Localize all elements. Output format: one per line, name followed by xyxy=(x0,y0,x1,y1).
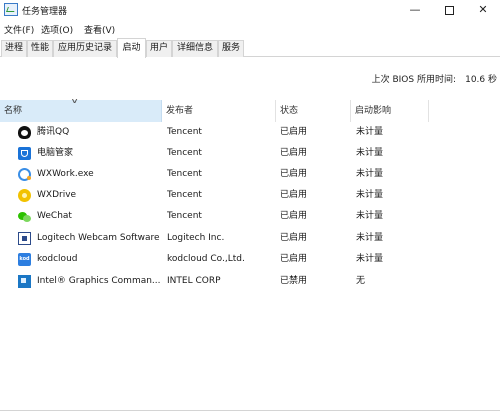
tab-startup[interactable]: 启动 xyxy=(117,38,146,58)
wechat-icon xyxy=(18,210,31,223)
row-name: kodcloud xyxy=(37,254,78,264)
tab-bar: 进程 性能 应用历史记录 启动 用户 详细信息 服务 xyxy=(0,37,500,58)
row-impact: 未计量 xyxy=(356,148,384,158)
tab-app-history[interactable]: 应用历史记录 xyxy=(53,40,117,57)
row-impact: 未计量 xyxy=(356,190,384,200)
table-row[interactable]: Logitech Webcam Software Logitech Inc. 已… xyxy=(0,228,500,249)
row-name: Logitech Webcam Software xyxy=(37,233,160,243)
row-publisher: INTEL CORP xyxy=(167,276,221,286)
row-status: 已启用 xyxy=(280,169,308,179)
table-row[interactable]: WeChat Tencent 已启用 未计量 xyxy=(0,206,500,227)
column-header-impact[interactable]: 启动影响 xyxy=(351,100,429,122)
bios-time-value: 10.6 秒 xyxy=(465,75,497,85)
row-impact: 未计量 xyxy=(356,254,384,264)
table-row[interactable]: WXDrive Tencent 已启用 未计量 xyxy=(0,185,500,206)
tab-processes[interactable]: 进程 xyxy=(1,40,27,57)
row-status: 已启用 xyxy=(280,148,308,158)
menu-options[interactable]: 选项(O) xyxy=(41,23,73,36)
menu-view[interactable]: 查看(V) xyxy=(84,23,115,36)
table-row[interactable]: Intel® Graphics Comman... INTEL CORP 已禁用… xyxy=(0,271,500,292)
bios-time-label: 上次 BIOS 所用时间: xyxy=(371,75,456,85)
row-publisher: Tencent xyxy=(167,169,202,179)
menu-file[interactable]: 文件(F) xyxy=(4,23,34,36)
minimize-button[interactable]: — xyxy=(398,0,432,20)
tab-services[interactable]: 服务 xyxy=(218,40,244,57)
row-status: 已启用 xyxy=(280,233,308,243)
table-row[interactable]: 电脑管家 Tencent 已启用 未计量 xyxy=(0,143,500,164)
row-publisher: Logitech Inc. xyxy=(167,233,225,243)
close-button[interactable]: ✕ xyxy=(466,0,500,20)
status-bar xyxy=(0,410,500,418)
row-publisher: Tencent xyxy=(167,127,202,137)
window-title: 任务管理器 xyxy=(22,7,68,17)
row-impact: 未计量 xyxy=(356,211,384,221)
row-status: 已启用 xyxy=(280,127,308,137)
row-status: 已禁用 xyxy=(280,276,308,286)
row-publisher: Tencent xyxy=(167,211,202,221)
logitech-icon xyxy=(18,232,31,245)
tab-users[interactable]: 用户 xyxy=(146,40,172,57)
row-publisher: kodcloud Co.,Ltd. xyxy=(167,254,245,264)
intel-graphics-icon xyxy=(18,275,31,288)
task-manager-icon xyxy=(4,3,18,16)
wxdrive-icon xyxy=(18,189,31,202)
table-row[interactable]: 腾讯QQ Tencent 已启用 未计量 xyxy=(0,122,500,143)
row-impact: 无 xyxy=(356,276,366,286)
row-name: Intel® Graphics Comman... xyxy=(37,276,161,286)
row-name: 电脑管家 xyxy=(37,148,74,158)
kodcloud-icon: kod xyxy=(18,253,31,266)
row-name: WeChat xyxy=(37,211,72,221)
qq-icon xyxy=(18,126,31,139)
table-row[interactable]: WXWork.exe Tencent 已启用 未计量 xyxy=(0,164,500,185)
row-impact: 未计量 xyxy=(356,127,384,137)
tab-details[interactable]: 详细信息 xyxy=(172,40,218,57)
row-impact: 未计量 xyxy=(356,233,384,243)
row-name: 腾讯QQ xyxy=(37,127,70,137)
row-publisher: Tencent xyxy=(167,148,202,158)
row-impact: 未计量 xyxy=(356,169,384,179)
row-status: 已启用 xyxy=(280,190,308,200)
row-publisher: Tencent xyxy=(167,190,202,200)
wxwork-icon xyxy=(18,168,31,181)
sort-chevron-icon[interactable]: ∨ xyxy=(70,97,78,105)
row-name: WXDrive xyxy=(37,190,77,200)
menu-bar: 文件(F) 选项(O) 查看(V) xyxy=(0,20,500,37)
pc-manager-icon xyxy=(18,147,31,160)
title-bar: 任务管理器 — ✕ xyxy=(0,0,500,20)
table-row[interactable]: kod kodcloud kodcloud Co.,Ltd. 已启用 未计量 xyxy=(0,249,500,270)
column-header-publisher[interactable]: 发布者 xyxy=(162,100,276,122)
row-status: 已启用 xyxy=(280,254,308,264)
row-name: WXWork.exe xyxy=(37,169,94,179)
column-header-name[interactable]: 名称 xyxy=(0,100,162,122)
maximize-icon xyxy=(444,5,454,15)
tab-performance[interactable]: 性能 xyxy=(27,40,53,57)
column-header-status[interactable]: 状态 xyxy=(276,100,351,122)
row-status: 已启用 xyxy=(280,211,308,221)
maximize-button[interactable] xyxy=(432,0,466,20)
column-header-filler xyxy=(429,100,500,122)
